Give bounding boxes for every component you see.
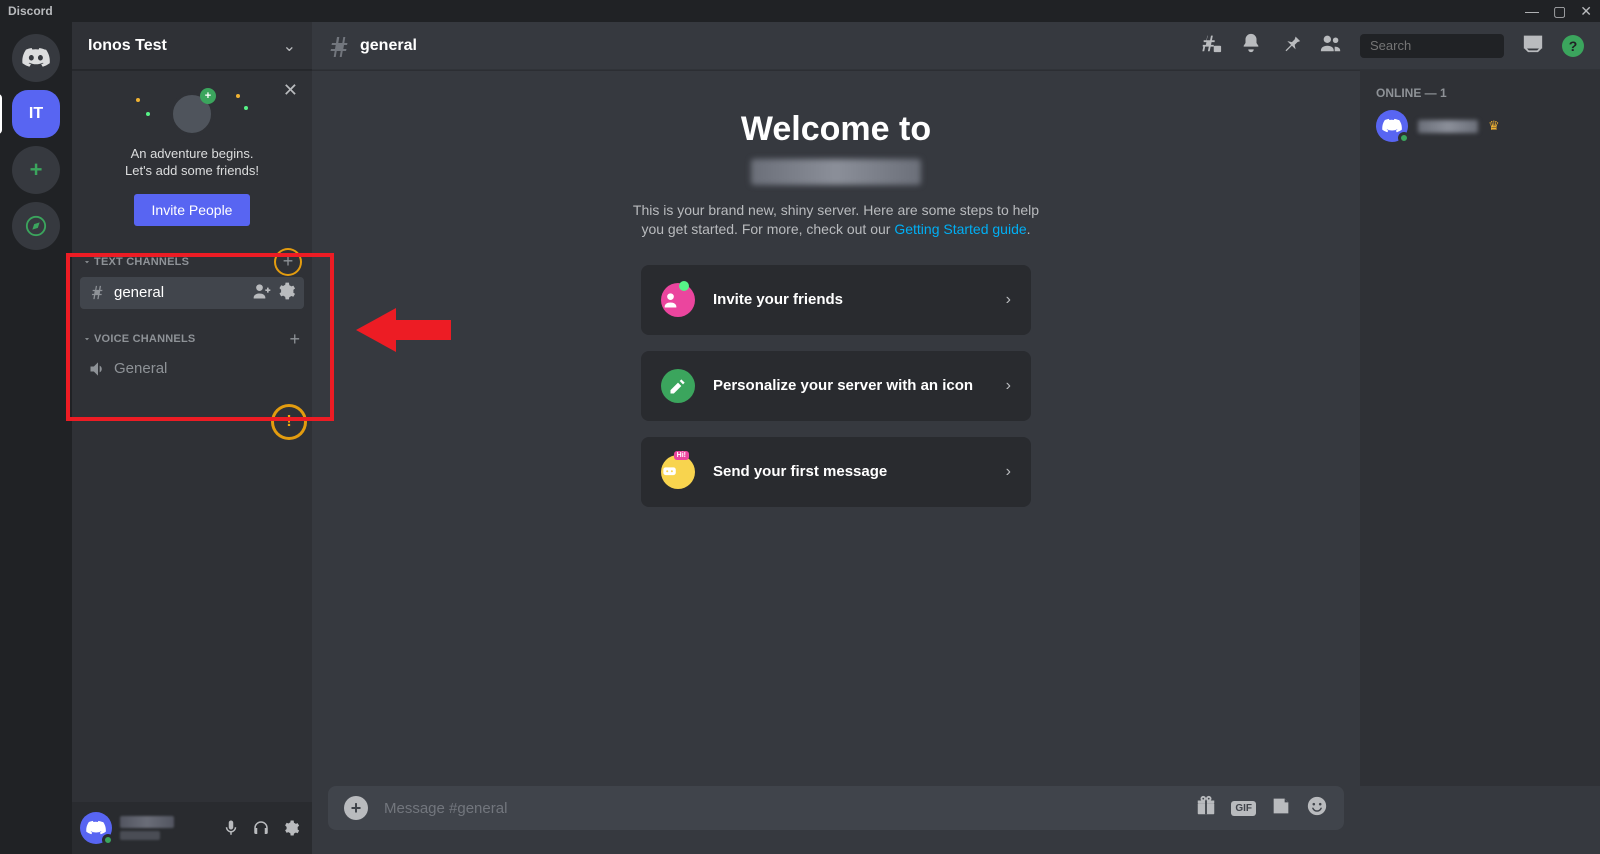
welcome-server-name xyxy=(751,159,921,185)
create-invite-icon[interactable] xyxy=(252,281,272,304)
explore-servers-button[interactable] xyxy=(12,202,60,250)
close-icon[interactable]: ✕ xyxy=(283,80,298,101)
inbox-icon[interactable] xyxy=(1522,32,1544,59)
chevron-down-icon xyxy=(82,334,92,344)
server-ionos-test[interactable]: IT xyxy=(12,90,60,138)
window-maximize-button[interactable]: ▢ xyxy=(1553,3,1566,20)
welcome-card-label: Invite your friends xyxy=(713,291,988,308)
welcome-card-personalize[interactable]: Personalize your server with an icon › xyxy=(641,351,1031,421)
speaker-icon xyxy=(88,359,108,379)
channel-name: General xyxy=(114,360,296,377)
channel-general-voice[interactable]: General xyxy=(80,353,304,385)
category-label: TEXT CHANNELS xyxy=(94,256,189,268)
messages-area: Welcome to This is your brand new, shiny… xyxy=(312,70,1360,786)
chevron-right-icon: › xyxy=(1006,463,1011,481)
attach-button[interactable]: + xyxy=(344,796,368,820)
invite-people-button[interactable]: Invite People xyxy=(134,194,251,226)
channel-sidebar: Ionos Test ⌄ ✕ + An adventure begins. Le… xyxy=(72,22,312,854)
current-user-info[interactable] xyxy=(120,816,210,840)
current-user-name xyxy=(120,816,174,828)
invite-card: ✕ + An adventure begins. Let's add some … xyxy=(72,70,312,242)
category-label: VOICE CHANNELS xyxy=(94,333,195,345)
welcome-description: This is your brand new, shiny server. He… xyxy=(621,201,1051,239)
second-highlight-marker xyxy=(274,407,304,437)
help-button[interactable]: ? xyxy=(1562,35,1584,57)
channel-title: general xyxy=(360,37,1192,55)
server-header[interactable]: Ionos Test ⌄ xyxy=(72,22,312,70)
invite-illustration: + xyxy=(170,92,214,136)
hash-icon xyxy=(88,283,108,303)
window-titlebar: Discord — ▢ ✕ xyxy=(0,0,1600,22)
notifications-icon[interactable] xyxy=(1240,32,1262,59)
deafen-button[interactable] xyxy=(248,815,274,841)
members-heading: ONLINE — 1 xyxy=(1368,86,1592,106)
invite-text: An adventure begins. Let's add some frie… xyxy=(125,146,259,180)
members-list: ONLINE — 1 ♛ xyxy=(1360,70,1600,786)
current-user-avatar[interactable] xyxy=(80,812,112,844)
user-settings-button[interactable] xyxy=(278,815,304,841)
plus-icon: + xyxy=(200,88,216,104)
welcome-card-label: Send your first message xyxy=(713,463,988,480)
emoji-picker-button[interactable] xyxy=(1306,795,1328,822)
channel-name: general xyxy=(114,284,246,301)
pinned-messages-icon[interactable] xyxy=(1280,32,1302,59)
home-button[interactable] xyxy=(12,34,60,82)
mute-mic-button[interactable] xyxy=(218,815,244,841)
personalize-icon xyxy=(661,369,695,403)
server-list: IT + xyxy=(0,22,72,854)
create-voice-channel-button[interactable]: + xyxy=(289,329,300,350)
category-text-channels[interactable]: TEXT CHANNELS + xyxy=(80,242,304,276)
welcome-card-first-message[interactable]: Hi! Send your first message › xyxy=(641,437,1031,507)
chat-header: general ? xyxy=(312,22,1600,70)
search-input[interactable] xyxy=(1368,37,1548,54)
welcome-card-label: Personalize your server with an icon xyxy=(713,377,988,394)
invite-friends-icon xyxy=(661,283,695,317)
window-minimize-button[interactable]: — xyxy=(1525,3,1539,20)
create-text-channel-button[interactable]: + xyxy=(276,250,300,274)
chat-area: general ? Welcome to T xyxy=(312,22,1600,854)
message-input[interactable] xyxy=(382,799,1181,818)
category-voice-channels[interactable]: VOICE CHANNELS + xyxy=(80,321,304,352)
threads-icon[interactable] xyxy=(1200,32,1222,59)
channel-settings-icon[interactable] xyxy=(276,281,296,304)
search-box[interactable] xyxy=(1360,34,1504,58)
sticker-picker-button[interactable] xyxy=(1270,795,1292,822)
server-owner-crown-icon: ♛ xyxy=(1488,118,1500,134)
first-message-icon: Hi! xyxy=(661,455,695,489)
gif-picker-button[interactable]: GIF xyxy=(1231,801,1256,816)
user-panel xyxy=(72,802,312,854)
channel-general-text[interactable]: general xyxy=(80,277,304,309)
current-user-tag xyxy=(120,831,160,840)
window-close-button[interactable]: ✕ xyxy=(1580,3,1592,20)
chevron-right-icon: › xyxy=(1006,291,1011,309)
member-avatar xyxy=(1376,110,1408,142)
hash-icon xyxy=(328,34,352,58)
chat-input[interactable]: + GIF xyxy=(328,786,1344,830)
server-abbrev: IT xyxy=(29,105,43,123)
welcome-title: Welcome to xyxy=(741,110,931,149)
gift-icon[interactable] xyxy=(1195,795,1217,822)
member-list-toggle[interactable] xyxy=(1320,32,1342,59)
chevron-down-icon xyxy=(82,257,92,267)
app-brand: Discord xyxy=(8,4,53,18)
add-server-button[interactable]: + xyxy=(12,146,60,194)
welcome-card-invite[interactable]: Invite your friends › xyxy=(641,265,1031,335)
welcome-block: Welcome to This is your brand new, shiny… xyxy=(312,110,1360,507)
server-name: Ionos Test xyxy=(88,37,167,55)
chevron-right-icon: › xyxy=(1006,377,1011,395)
member-row[interactable]: ♛ xyxy=(1368,106,1592,146)
chevron-down-icon: ⌄ xyxy=(283,36,296,56)
getting-started-link[interactable]: Getting Started guide xyxy=(894,221,1026,237)
member-name xyxy=(1418,120,1478,133)
